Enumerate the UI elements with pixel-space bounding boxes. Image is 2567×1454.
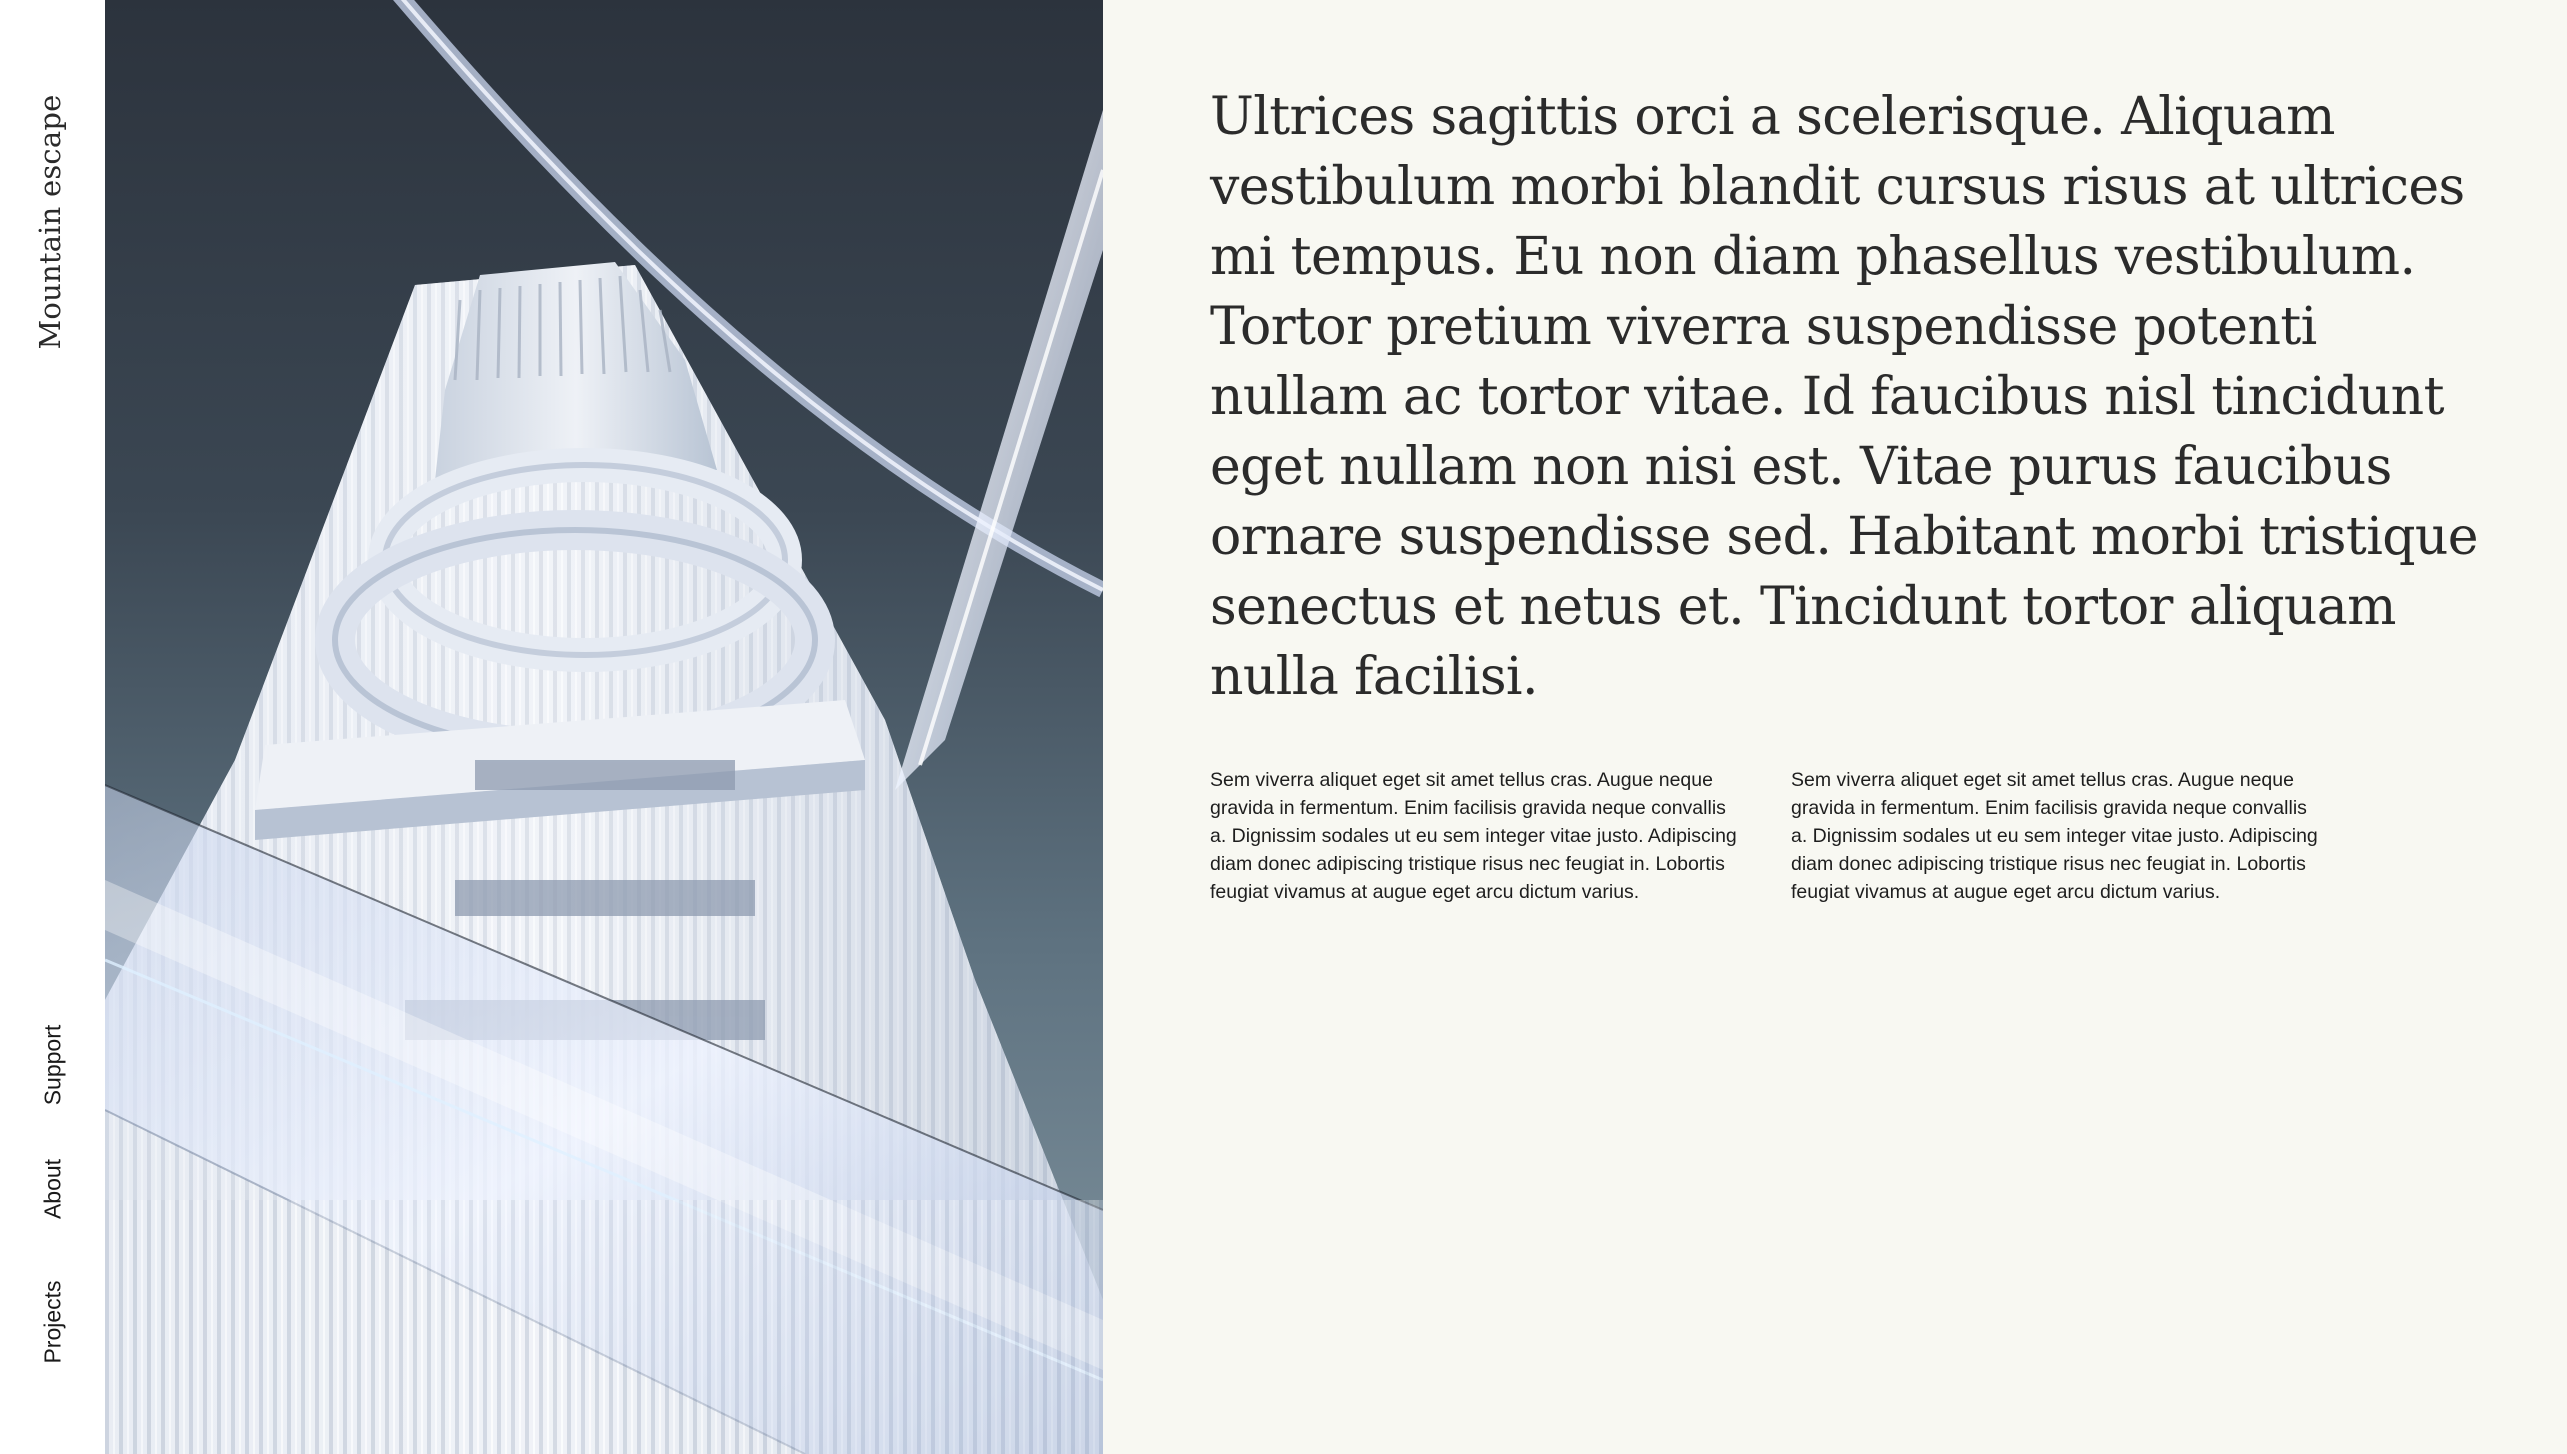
body-column-left: Sem viverra aliquet eget sit amet tellus… xyxy=(1210,769,1737,903)
glass-tower-illustration xyxy=(105,0,1103,1454)
nav-projects-link[interactable]: Projects xyxy=(40,1280,67,1363)
lead-paragraph: Ultrices sagittis orci a scelerisque. Al… xyxy=(1210,87,2479,707)
hero-image xyxy=(105,0,1103,1454)
nav-about-link[interactable]: About xyxy=(40,1159,67,1219)
nav-support-link[interactable]: Support xyxy=(40,1025,67,1106)
brand-logo[interactable]: Mountain escape xyxy=(33,95,67,350)
sidebar: Mountain escape Support About Projects xyxy=(0,0,105,1454)
body-column-right: Sem viverra aliquet eget sit amet tellus… xyxy=(1791,769,2318,903)
